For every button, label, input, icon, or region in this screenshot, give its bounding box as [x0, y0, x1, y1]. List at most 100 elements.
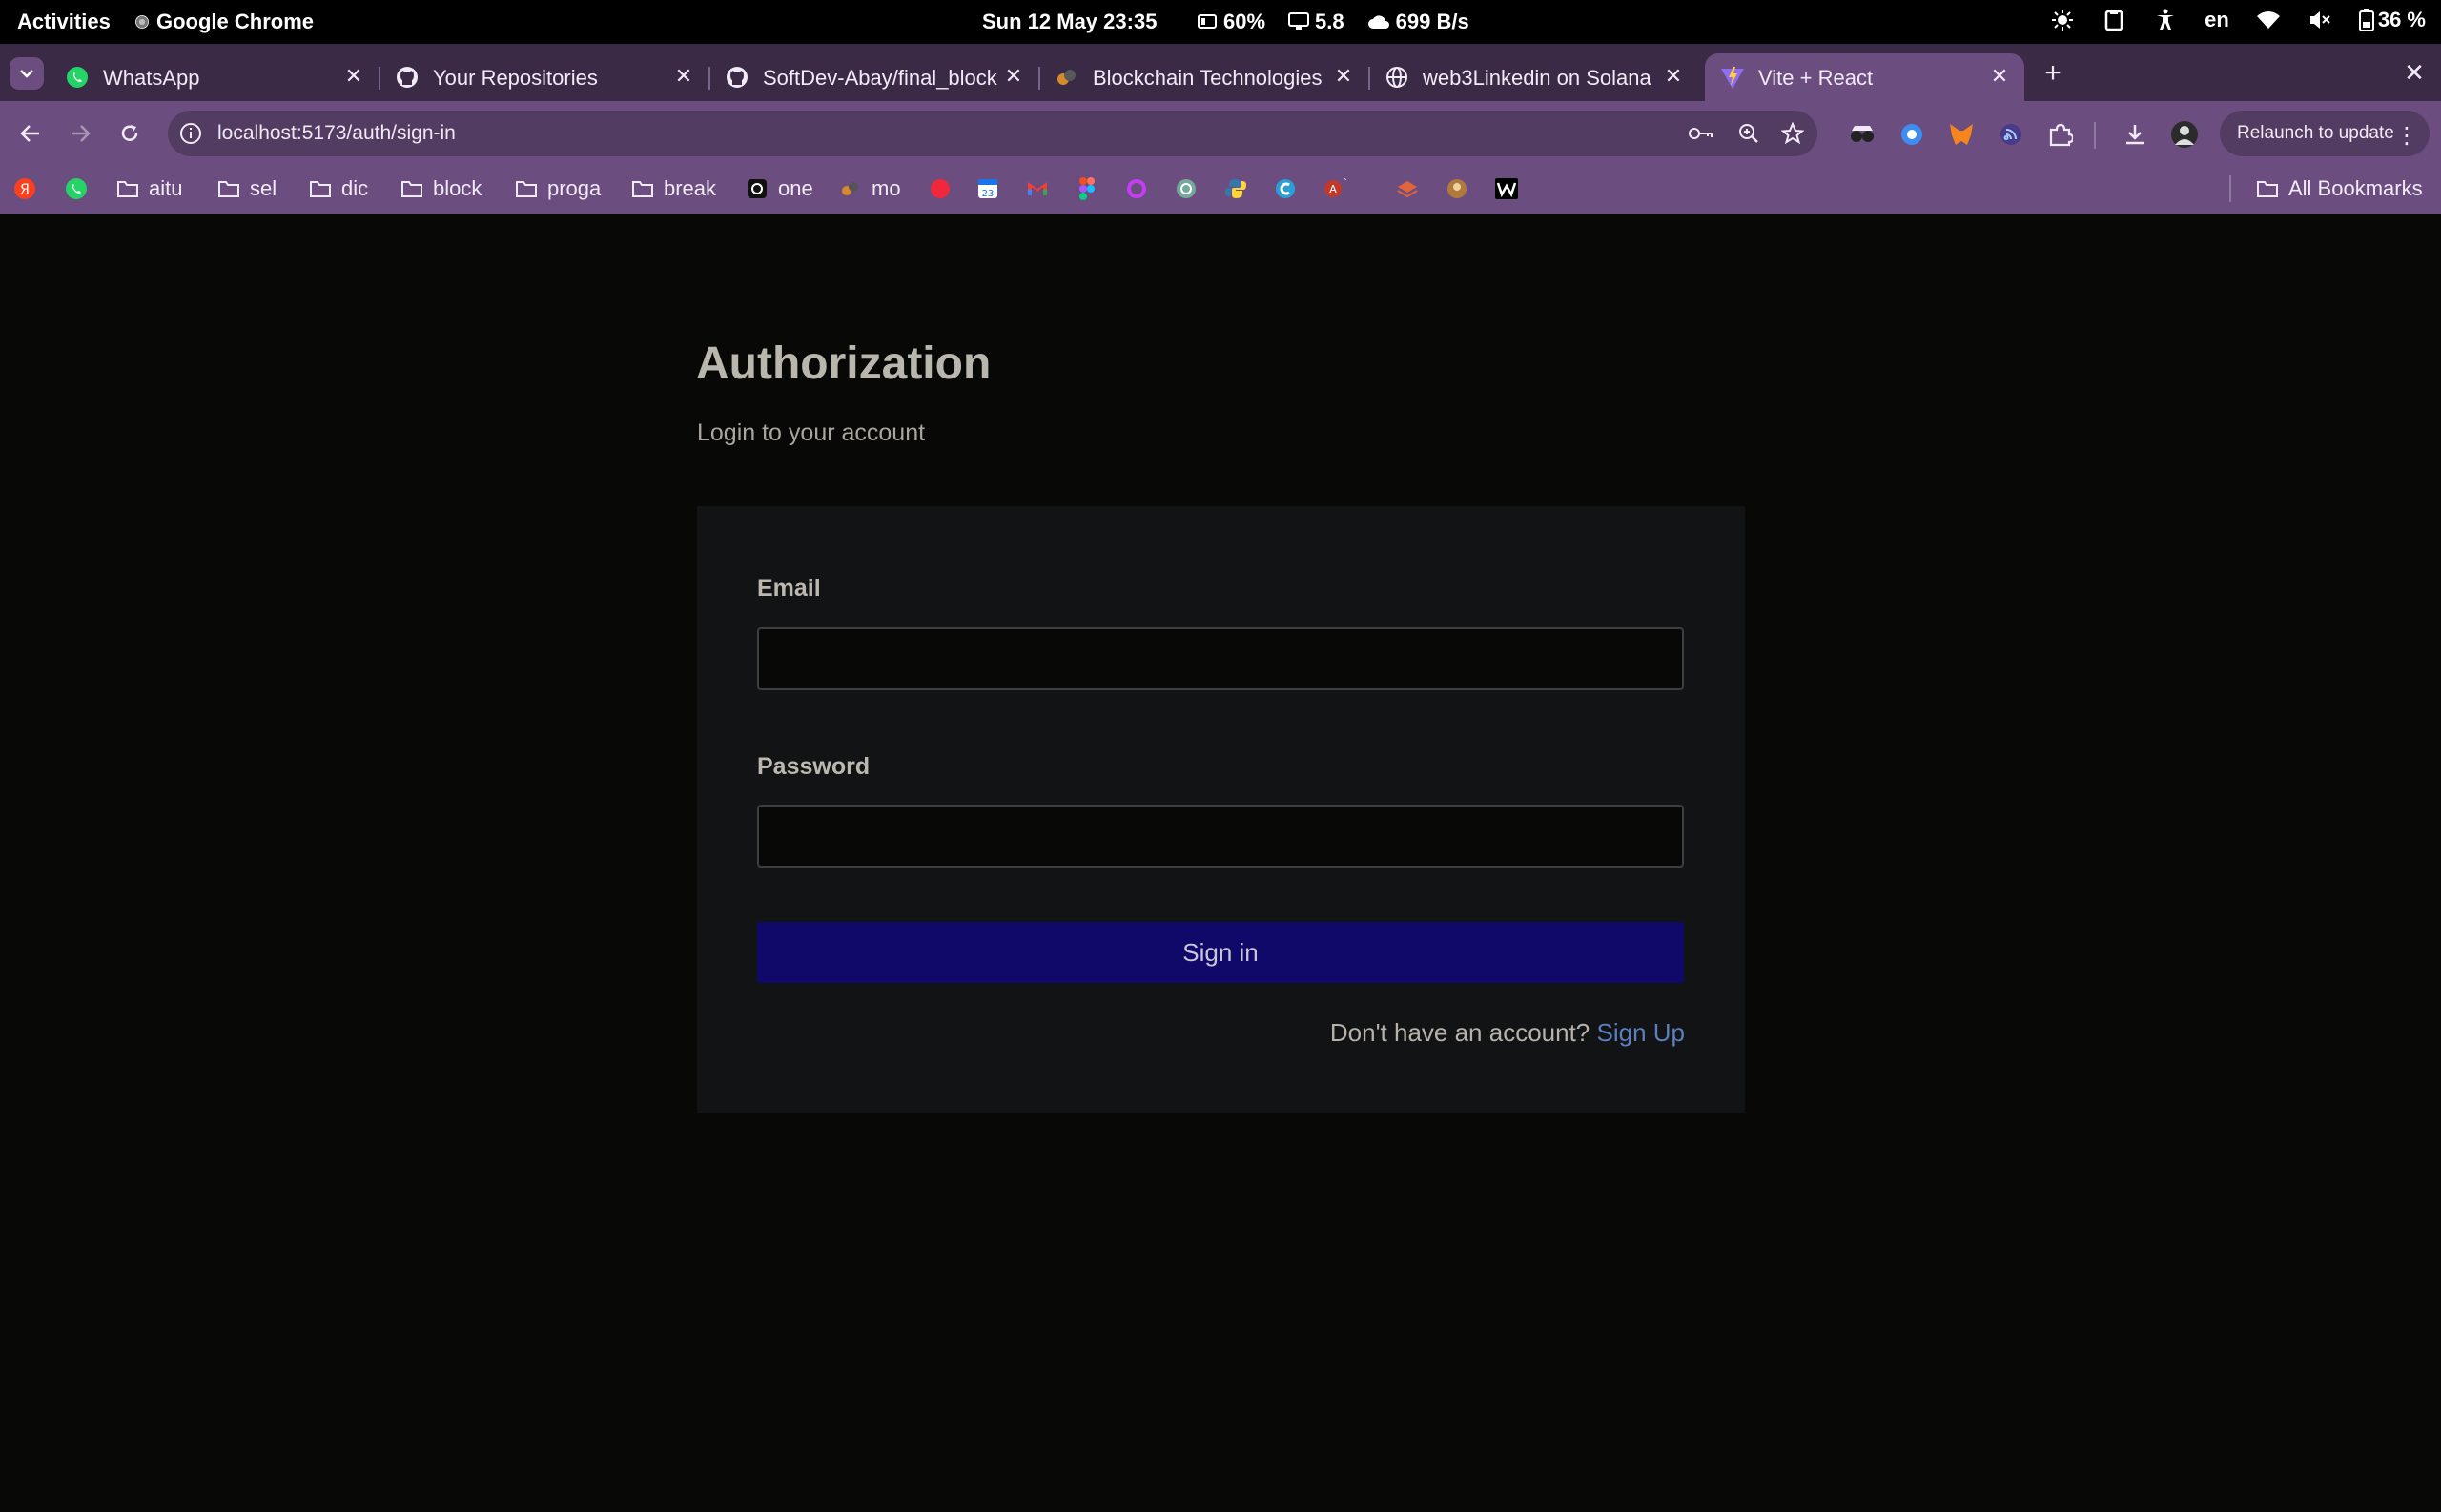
clipboard-icon[interactable] — [2102, 8, 2126, 32]
new-tab-button[interactable]: + — [2039, 57, 2067, 89]
bookmark-folder-break[interactable]: break — [631, 172, 716, 206]
system-monitor[interactable]: 60% 5.8 699 B/s — [1197, 10, 1469, 34]
w-app-icon — [1495, 177, 1518, 200]
tab-softdev-repo[interactable]: SoftDev-Abay/final_block ✕ — [709, 53, 1040, 101]
close-icon[interactable]: ✕ — [342, 64, 365, 88]
star-icon[interactable] — [1779, 120, 1806, 147]
bookmark-one[interactable]: one — [746, 172, 813, 206]
bookmark-folder-proga[interactable]: proga — [515, 172, 601, 206]
bookmark-mo[interactable]: mo — [839, 172, 901, 206]
bookmark-folder-dic[interactable]: dic — [309, 172, 368, 206]
bookmark-label: aitu — [149, 176, 183, 200]
tab-title: Blockchain Technologies — [1093, 66, 1323, 90]
tab-blockchain-technologies[interactable]: Blockchain Technologies ✕ — [1039, 53, 1370, 101]
back-button[interactable] — [13, 116, 48, 151]
email-field[interactable] — [757, 627, 1684, 690]
globe-icon — [1385, 65, 1409, 90]
chatgpt-icon — [1175, 177, 1198, 200]
cpu-icon — [1198, 14, 1217, 29]
bookmark-folder-sel[interactable]: sel — [217, 172, 277, 206]
email-label: Email — [757, 575, 821, 602]
tab-vite-react[interactable]: Vite + React ✕ — [1705, 53, 2024, 101]
bookmark-stack[interactable] — [1396, 172, 1419, 206]
folder-icon — [515, 177, 538, 200]
app-icon — [839, 177, 862, 200]
bookmark-coursera[interactable] — [1274, 172, 1297, 206]
bookmark-yandex[interactable]: Я — [13, 172, 36, 206]
bookmark-face[interactable] — [1446, 172, 1468, 206]
bookmark-gmail[interactable] — [1026, 172, 1049, 206]
forward-button[interactable] — [63, 116, 97, 151]
yandex-icon: Я — [13, 177, 36, 200]
extension-blue-icon[interactable] — [1897, 120, 1926, 149]
keyboard-language[interactable]: en — [2205, 8, 2229, 32]
all-bookmarks-label: All Bookmarks — [2288, 176, 2423, 200]
bookmark-calendar[interactable]: 23 — [976, 172, 999, 206]
stack-icon — [1396, 177, 1419, 200]
folder-icon — [2256, 177, 2279, 200]
sign-up-link[interactable]: Sign Up — [1597, 1018, 1686, 1047]
volume-muted-icon[interactable] — [2308, 8, 2332, 32]
bookmark-chatgpt[interactable] — [1175, 172, 1198, 206]
load-average: 5.8 — [1315, 10, 1344, 33]
reload-button[interactable] — [113, 116, 147, 151]
activities-button[interactable]: Activities — [17, 10, 111, 34]
close-icon[interactable]: ✕ — [672, 64, 695, 88]
bookmark-w-app[interactable] — [1495, 172, 1518, 206]
bookmarks-bar: Я aitu sel dic block proga break one mo … — [0, 166, 2441, 214]
wifi-icon[interactable] — [2256, 8, 2281, 32]
extensions-puzzle-icon[interactable] — [2046, 120, 2075, 149]
svg-text:Я: Я — [20, 182, 30, 197]
bookmark-figma[interactable] — [1076, 172, 1098, 206]
tab-whatsapp[interactable]: WhatsApp ✕ — [50, 53, 380, 101]
window-close-button[interactable]: ✕ — [2399, 57, 2430, 88]
tab-web3linkedin[interactable]: web3Linkedin on Solana ✕ — [1369, 53, 1698, 101]
download-icon[interactable] — [2121, 120, 2149, 149]
whatsapp-icon — [65, 65, 90, 90]
bookmarks-separator — [2229, 175, 2231, 202]
clock[interactable]: Sun 12 May 23:35 — [982, 10, 1157, 34]
metamask-icon[interactable] — [1947, 120, 1976, 149]
cpu-usage: 60% — [1223, 10, 1266, 33]
bookmark-python[interactable] — [1224, 172, 1247, 206]
tab-title: SoftDev-Abay/final_block — [763, 66, 997, 90]
bookmark-app-red[interactable]: A ` — [1323, 172, 1346, 206]
folder-icon — [631, 177, 654, 200]
bookmark-purple-ring[interactable] — [1125, 172, 1148, 206]
info-icon[interactable] — [179, 122, 202, 145]
bookmark-red-circle[interactable] — [929, 172, 952, 206]
all-bookmarks-button[interactable]: All Bookmarks — [2229, 172, 2423, 206]
bookmark-folder-aitu[interactable]: aitu — [116, 172, 182, 206]
profile-avatar[interactable] — [2170, 120, 2199, 149]
no-account-text: Don't have an account? — [1329, 1018, 1590, 1047]
accessibility-icon[interactable] — [2153, 8, 2178, 32]
kebab-menu-icon[interactable]: ⋮ — [2395, 122, 2418, 150]
tab-your-repositories[interactable]: Your Repositories ✕ — [379, 53, 710, 101]
bookmark-folder-block[interactable]: block — [400, 172, 482, 206]
extension-spy-icon[interactable] — [1848, 120, 1877, 149]
app-icon — [746, 177, 769, 200]
arrow-left-icon — [20, 125, 39, 142]
zoom-icon[interactable] — [1735, 120, 1762, 147]
extension-rss-icon[interactable] — [1997, 120, 2025, 149]
whatsapp-icon — [65, 177, 88, 200]
brightness-icon[interactable] — [2050, 8, 2075, 32]
relaunch-button[interactable]: Relaunch to update ⋮ — [2220, 111, 2430, 156]
address-bar[interactable]: localhost:5173/auth/sign-in — [168, 111, 1817, 156]
close-icon[interactable]: ✕ — [1988, 64, 2011, 88]
network-speed: 699 B/s — [1395, 10, 1469, 33]
app-menu[interactable]: Google Chrome — [135, 10, 314, 34]
url-text[interactable]: localhost:5173/auth/sign-in — [217, 122, 456, 145]
gmail-icon — [1026, 177, 1049, 200]
password-field[interactable] — [757, 805, 1684, 868]
vite-icon — [1720, 65, 1745, 90]
close-icon[interactable]: ✕ — [1332, 64, 1355, 88]
sign-in-button[interactable]: Sign in — [757, 922, 1684, 983]
tab-search-button[interactable] — [10, 57, 44, 90]
close-icon[interactable]: ✕ — [1662, 64, 1685, 88]
close-icon[interactable]: ✕ — [1002, 64, 1025, 88]
battery-indicator[interactable]: 36 % — [2358, 8, 2426, 32]
password-label: Password — [757, 753, 871, 780]
bookmark-whatsapp[interactable] — [65, 172, 88, 206]
key-icon[interactable] — [1688, 120, 1714, 147]
